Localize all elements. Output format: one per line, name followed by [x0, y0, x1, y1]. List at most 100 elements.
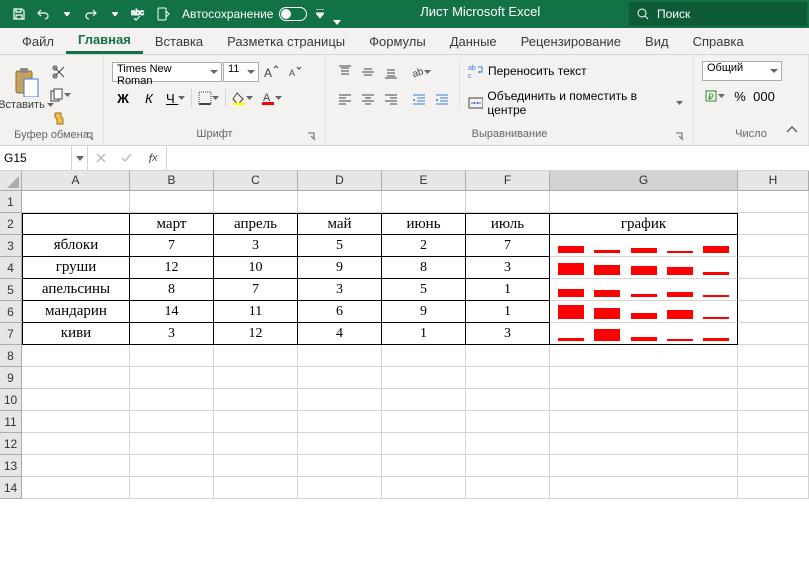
cell[interactable]	[738, 433, 809, 455]
tab-insert[interactable]: Вставка	[143, 28, 215, 54]
cell[interactable]	[466, 477, 550, 499]
cell[interactable]	[550, 477, 738, 499]
bold-button[interactable]: Ж	[112, 87, 134, 109]
tab-file[interactable]: Файл	[10, 28, 66, 54]
cell[interactable]	[466, 455, 550, 477]
cell[interactable]	[382, 389, 466, 411]
row-header[interactable]: 1	[0, 191, 22, 213]
number-format-select[interactable]: Общий	[702, 61, 782, 81]
wrap-text-button[interactable]: abc Переносить текст	[466, 61, 685, 81]
cell[interactable]	[382, 367, 466, 389]
cell[interactable]: 3	[130, 323, 214, 345]
tab-help[interactable]: Справка	[681, 28, 756, 54]
cell[interactable]	[382, 477, 466, 499]
row-header[interactable]: 2	[0, 213, 22, 235]
cell[interactable]	[214, 433, 298, 455]
cell[interactable]: 3	[214, 235, 298, 257]
cell[interactable]: 5	[382, 279, 466, 301]
column-header[interactable]: H	[738, 171, 809, 191]
cell[interactable]: киви	[22, 323, 130, 345]
row-header[interactable]: 7	[0, 323, 22, 345]
column-header[interactable]: A	[22, 171, 130, 191]
cell[interactable]	[382, 433, 466, 455]
row-header[interactable]: 9	[0, 367, 22, 389]
cell[interactable]: 7	[130, 235, 214, 257]
undo-button[interactable]	[32, 3, 54, 25]
cell[interactable]: 8	[130, 279, 214, 301]
cell[interactable]	[738, 279, 809, 301]
column-header[interactable]: C	[214, 171, 298, 191]
cell[interactable]	[214, 477, 298, 499]
cell[interactable]: 2	[382, 235, 466, 257]
column-header[interactable]: F	[466, 171, 550, 191]
search-box[interactable]: Поиск	[629, 2, 807, 26]
row-header[interactable]: 10	[0, 389, 22, 411]
cell[interactable]	[214, 389, 298, 411]
cell[interactable]	[22, 367, 130, 389]
cell[interactable]: 1	[466, 279, 550, 301]
cell[interactable]: 7	[466, 235, 550, 257]
row-header[interactable]: 6	[0, 301, 22, 323]
cell[interactable]	[130, 367, 214, 389]
cell[interactable]	[22, 477, 130, 499]
cell[interactable]	[466, 389, 550, 411]
cell[interactable]: яблоки	[22, 235, 130, 257]
cell[interactable]: июль	[466, 213, 550, 235]
spellcheck-button[interactable]: abc	[128, 3, 150, 25]
cell[interactable]: 10	[214, 257, 298, 279]
row-header[interactable]: 14	[0, 477, 22, 499]
undo-dropdown[interactable]	[56, 3, 78, 25]
paste-button[interactable]: Вставить	[4, 57, 48, 121]
row-header[interactable]: 11	[0, 411, 22, 433]
cell[interactable]	[738, 257, 809, 279]
cell[interactable]: 5	[298, 235, 382, 257]
cancel-formula-button[interactable]	[88, 146, 114, 170]
cell[interactable]: 3	[466, 257, 550, 279]
copy-button[interactable]	[48, 84, 73, 106]
spreadsheet-grid[interactable]: 1234567891011121314 ABCDEFGH мартапрельм…	[0, 171, 809, 581]
tab-formulas[interactable]: Формулы	[357, 28, 438, 54]
cell[interactable]	[130, 433, 214, 455]
cell[interactable]: 4	[298, 323, 382, 345]
formula-input[interactable]	[167, 146, 809, 170]
cell[interactable]	[550, 257, 738, 279]
cell[interactable]	[22, 213, 130, 235]
row-header[interactable]: 5	[0, 279, 22, 301]
italic-button[interactable]: К	[138, 87, 160, 109]
cell[interactable]: груши	[22, 257, 130, 279]
column-header[interactable]: B	[130, 171, 214, 191]
font-launcher[interactable]	[307, 132, 319, 144]
name-box-dropdown[interactable]	[71, 146, 87, 170]
tab-layout[interactable]: Разметка страницы	[215, 28, 357, 54]
touch-mode-button[interactable]	[152, 3, 174, 25]
cell[interactable]	[738, 323, 809, 345]
cell[interactable]	[22, 455, 130, 477]
cell[interactable]	[466, 411, 550, 433]
cell[interactable]: 3	[298, 279, 382, 301]
cell[interactable]	[738, 301, 809, 323]
cell[interactable]	[22, 191, 130, 213]
borders-button[interactable]	[196, 87, 221, 109]
cell[interactable]	[382, 411, 466, 433]
align-bottom-button[interactable]	[380, 61, 402, 83]
select-all-corner[interactable]	[0, 171, 22, 191]
row-header[interactable]: 3	[0, 235, 22, 257]
cell[interactable]	[22, 345, 130, 367]
cell[interactable]: 8	[382, 257, 466, 279]
cell[interactable]	[738, 389, 809, 411]
cell[interactable]	[382, 345, 466, 367]
redo-button[interactable]	[80, 3, 102, 25]
comma-button[interactable]: 000	[753, 85, 775, 107]
cell[interactable]: июнь	[382, 213, 466, 235]
cell[interactable]	[466, 433, 550, 455]
font-size-select[interactable]: 11	[223, 62, 259, 82]
percent-button[interactable]: %	[729, 85, 751, 107]
cell[interactable]	[466, 191, 550, 213]
document-title[interactable]: Лист Microsoft Excel	[331, 4, 629, 25]
cell[interactable]: 12	[214, 323, 298, 345]
cell[interactable]	[298, 367, 382, 389]
tab-data[interactable]: Данные	[438, 28, 509, 54]
cell[interactable]	[738, 411, 809, 433]
cell[interactable]: 11	[214, 301, 298, 323]
cell[interactable]	[214, 411, 298, 433]
